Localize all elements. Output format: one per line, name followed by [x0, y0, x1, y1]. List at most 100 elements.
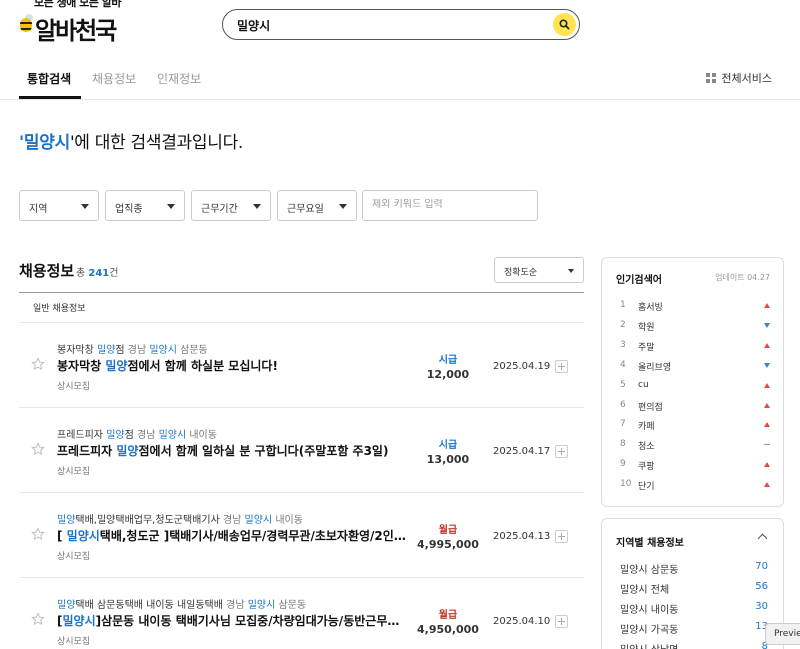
job-company[interactable]: 밀양택배 삼문동택배 내이동 내일동택배 경남 밀양시 삼문동	[57, 596, 306, 611]
exclude-keyword-input[interactable]	[372, 199, 530, 210]
region-item[interactable]: 밀양시 전체 56	[620, 581, 768, 597]
job-title-link[interactable]: 봉자막창 밀양점에서 함께 하실분 모십니다!	[57, 357, 407, 374]
job-company[interactable]: 프레드피자 밀양점 경남 밀양시 내이동	[57, 426, 217, 441]
pay-type: 월급	[438, 525, 458, 536]
popular-search-item[interactable]: 1 홈서빙	[620, 298, 770, 314]
filter-days[interactable]: 근무요일	[277, 190, 357, 221]
region-item[interactable]: 밀양시 내이동 30	[620, 601, 768, 617]
job-row[interactable]: 프레드피자 밀양점 경남 밀양시 내이동 프레드피자 밀양점에서 함께 일하실 분…	[19, 408, 584, 493]
popular-search-item[interactable]: 6 편의점	[620, 398, 770, 414]
popular-search-item[interactable]: 3 주말	[620, 338, 770, 354]
title-text: 점에서 함께 하실분 모십니다!	[127, 359, 278, 373]
popular-search-title: 인기검색어	[616, 275, 662, 286]
rank-number: 8	[620, 439, 626, 450]
rank-number: 9	[620, 459, 626, 470]
popular-search-item[interactable]: 4 올리브영	[620, 358, 770, 374]
star-icon[interactable]	[31, 442, 45, 456]
job-title-link[interactable]: [ 밀양시택배,청도군 ]택배기사/배송업무/경력무관/초보자환영/2인동반..…	[57, 527, 407, 544]
job-company[interactable]: 봉자막창 밀양점 경남 밀양시 삼문동	[57, 341, 208, 356]
general-jobs-subheading: 일반 채용정보	[33, 304, 86, 314]
pay-amount: 4,950,000	[417, 623, 479, 636]
job-row[interactable]: 봉자막창 밀양점 경남 밀양시 삼문동 봉자막창 밀양점에서 함께 하실분 모십니…	[19, 323, 584, 408]
add-icon[interactable]	[555, 360, 568, 373]
chevron-up-icon[interactable]	[757, 533, 768, 544]
region-title: 지역별 채용정보	[616, 538, 684, 549]
result-keyword: 밀양시	[23, 133, 70, 153]
rank-number: 10	[620, 479, 632, 490]
star-icon[interactable]	[31, 612, 45, 626]
filter-label: 지역	[29, 204, 48, 215]
popular-search-item[interactable]: 2 학원	[620, 318, 770, 334]
region-item[interactable]: 밀양시 가곡동 13	[620, 621, 768, 637]
title-text: ]삼문동 내이동 택배기사님 모집중/차량임대가능/동반근무O/초...	[95, 614, 407, 628]
search-word: 홈서빙	[638, 303, 663, 313]
pay-type: 시급	[438, 440, 458, 451]
trend-down-icon	[764, 362, 770, 368]
all-services-button[interactable]: 전체서비스	[706, 70, 772, 86]
tab-integrated-search[interactable]: 통합검색	[27, 70, 71, 87]
popular-search-item[interactable]: 7 카페	[620, 417, 770, 433]
sort-select[interactable]: 정확도순	[494, 257, 584, 283]
popular-search-item[interactable]: 8 청소	[620, 437, 770, 453]
company-text: 택배 삼문동택배 내이동 내일동택배	[75, 600, 223, 611]
caret-down-icon	[253, 204, 261, 209]
filter-period[interactable]: 근무기간	[191, 190, 271, 221]
search-icon	[559, 19, 570, 30]
hiring-status: 상시모집	[57, 637, 91, 647]
trend-down-icon	[764, 322, 770, 328]
add-icon[interactable]	[555, 615, 568, 628]
star-icon[interactable]	[31, 357, 45, 371]
job-title-link[interactable]: 프레드피자 밀양점에서 함께 일하실 분 구합니다(주말포함 주3일)	[57, 442, 407, 459]
add-icon[interactable]	[555, 445, 568, 458]
title-highlight: 밀양시	[66, 529, 100, 543]
location-highlight: 밀양시	[247, 600, 276, 611]
location-highlight: 밀양시	[244, 515, 273, 526]
region-jobs-panel: 지역별 채용정보 밀양시 삼문동 70 밀양시 전체 56 밀양시 내이동 30 밀양시 가…	[601, 518, 784, 649]
job-location: 경남 밀양시 삼문동	[125, 345, 208, 356]
company-text: 점	[124, 430, 134, 441]
title-text: 택배,청도군 ]택배기사/배송업무/경력무관/초보자환영/2인동반...	[99, 529, 407, 543]
filter-label: 업직종	[115, 204, 143, 215]
trend-up-icon	[764, 462, 770, 468]
region-name: 밀양시 내이동	[620, 605, 679, 616]
logo-tagline: 모든 생애 모든 알바	[34, 0, 121, 9]
rank-number: 2	[620, 319, 626, 330]
filter-job-type[interactable]: 업직종	[105, 190, 185, 221]
popular-search-item[interactable]: 10 단기	[620, 477, 770, 493]
bee-icon	[20, 14, 34, 32]
job-location: 경남 밀양시 내이동	[220, 515, 303, 526]
rank-number: 3	[620, 339, 626, 350]
all-services-label: 전체서비스	[721, 72, 772, 85]
filter-region[interactable]: 지역	[19, 190, 99, 221]
location-text: 삼문동	[176, 345, 208, 356]
company-text: 프레드피자	[57, 430, 107, 441]
popular-search-item[interactable]: 5 cu	[620, 378, 770, 394]
job-company[interactable]: 밀양택배,밀양택배업무,청도군택배기사 경남 밀양시 내이동	[57, 511, 303, 526]
star-icon[interactable]	[31, 527, 45, 541]
caret-down-icon	[167, 204, 175, 209]
rank-number: 4	[620, 359, 626, 370]
region-item[interactable]: 밀양시 상남면8	[620, 641, 768, 649]
tab-jobs[interactable]: 채용정보	[92, 70, 136, 87]
company-text: 점	[115, 345, 125, 356]
job-title-link[interactable]: [밀양시]삼문동 내이동 택배기사님 모집중/차량임대가능/동반근무O/초...	[57, 612, 407, 629]
job-row[interactable]: 밀양택배 삼문동택배 내이동 내일동택배 경남 밀양시 삼문동 [밀양시]삼문동 …	[19, 578, 584, 649]
search-input[interactable]	[237, 16, 537, 34]
pay-amount: 4,995,000	[417, 538, 479, 551]
job-location: 경남 밀양시 삼문동	[223, 600, 306, 611]
region-count: 56	[755, 581, 768, 592]
search-word: 단기	[638, 482, 655, 493]
rank-number: 7	[620, 419, 626, 430]
hiring-status: 상시모집	[57, 382, 91, 392]
logo-brand: 알바천국	[35, 17, 117, 45]
pay-type: 시급	[438, 355, 458, 366]
popular-search-item[interactable]: 9 쿠팡	[620, 457, 770, 473]
search-button[interactable]	[553, 13, 576, 36]
region-item[interactable]: 밀양시 삼문동 70	[620, 561, 768, 577]
preview-button[interactable]: Preview	[765, 623, 800, 645]
logo[interactable]: 모든 생애 모든 알바 알바천국	[20, 0, 140, 45]
job-row[interactable]: 밀양택배,밀양택배업무,청도군택배기사 경남 밀양시 내이동[ 밀양시택배,청도…	[19, 493, 584, 578]
tab-talent[interactable]: 인재정보	[157, 70, 201, 87]
company-text: 봉자막창	[57, 345, 97, 356]
add-icon[interactable]	[555, 530, 568, 543]
